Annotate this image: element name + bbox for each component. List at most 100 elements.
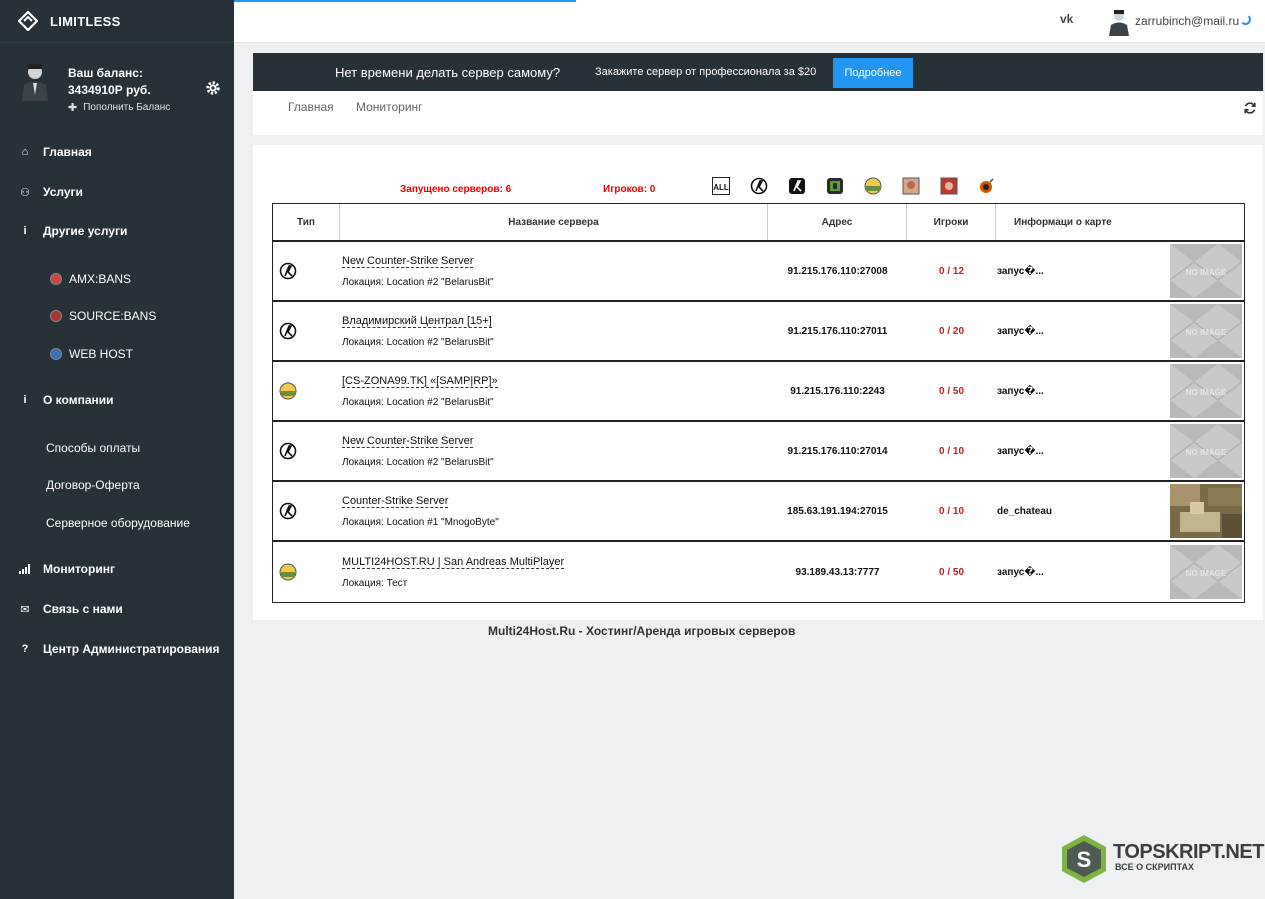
map-info-cell: запус�... NO IMAGE	[996, 242, 1244, 300]
table-row[interactable]: MULTI24HOST.RU | San Andreas MultiPlayer…	[273, 542, 1244, 602]
filter-all-icon[interactable]: ALL	[712, 177, 730, 195]
svg-text:NO IMAGE: NO IMAGE	[1186, 448, 1227, 457]
server-players: 0 / 50	[938, 566, 965, 578]
filter-crmp-icon[interactable]	[902, 177, 920, 195]
nav-hardware[interactable]: Серверное оборудование	[46, 516, 190, 530]
nav-contact[interactable]: ✉ Связь с нами	[0, 589, 234, 629]
game-type-cell	[273, 422, 340, 480]
nav-admin-label: Центр Администратирования	[43, 642, 220, 656]
nav-about-label: О компании	[43, 393, 114, 407]
nav-payment[interactable]: Способы оплаты	[46, 441, 140, 455]
server-address: 93.189.43.13:7777	[795, 566, 880, 578]
server-name-link[interactable]: New Counter-Strike Server	[342, 255, 474, 268]
loading-progress-bar	[234, 0, 576, 2]
header-address[interactable]: Адрес	[768, 204, 907, 240]
server-name-cell: MULTI24HOST.RU | San Andreas MultiPlayer…	[340, 542, 768, 602]
no-image-thumbnail: NO IMAGE	[1170, 424, 1242, 478]
footer-text: Multi24Host.Ru - Хостинг/Аренда игровых …	[488, 624, 796, 638]
header-players[interactable]: Игроки	[907, 204, 996, 240]
map-info-cell: запус�... NO IMAGE	[996, 362, 1244, 420]
server-location: Локация: Location #2 "BelarusBit"	[342, 336, 494, 348]
server-name-link[interactable]: [CS-ZONA99.TK] «[SAMP|RP]»	[342, 375, 498, 388]
header-name[interactable]: Название сервера	[340, 204, 768, 240]
amx-icon	[50, 273, 62, 285]
map-thumbnail	[1170, 484, 1242, 538]
filter-bomb-icon[interactable]	[978, 177, 996, 195]
server-name-cell: New Counter-Strike Server Локация: Locat…	[340, 242, 768, 300]
map-info-cell: запус�... NO IMAGE	[996, 302, 1244, 360]
refresh-icon[interactable]	[1243, 101, 1257, 115]
nav-services[interactable]: ⚇ Услуги	[0, 172, 234, 212]
gear-icon[interactable]	[205, 80, 221, 96]
nav-offer[interactable]: Договор-Оферта	[46, 478, 140, 492]
nav-webhost[interactable]: WEB HOST	[50, 347, 133, 361]
server-name-cell: New Counter-Strike Server Локация: Locat…	[340, 422, 768, 480]
server-name-link[interactable]: Counter-Strike Server	[342, 495, 449, 508]
servers-count: Запущено серверов: 6	[400, 184, 512, 195]
map-info-cell: запус�... NO IMAGE	[996, 542, 1244, 602]
user-avatar[interactable]	[1108, 8, 1130, 36]
breadcrumb: Главная Мониторинг	[253, 91, 1263, 135]
nav-admin[interactable]: ? Центр Администратирования	[0, 629, 234, 669]
game-type-cell	[273, 242, 340, 300]
promo-details-button[interactable]: Подробнее	[833, 58, 913, 88]
watermark-logo: S TOPSKRIPT.NET ВСЕ О СКРИПТАХ	[1058, 833, 1264, 885]
server-name-link[interactable]: MULTI24HOST.RU | San Andreas MultiPlayer	[342, 556, 565, 569]
vk-icon[interactable]: vk	[1060, 12, 1073, 26]
svg-text:NO IMAGE: NO IMAGE	[1186, 569, 1227, 578]
samp-icon	[279, 382, 297, 400]
map-name: запус�...	[997, 566, 1044, 578]
balance-label: Ваш баланс:	[68, 66, 143, 80]
no-image-thumbnail: NO IMAGE	[1170, 304, 1242, 358]
cs16-icon	[279, 442, 297, 460]
server-address: 185.63.191.194:27015	[787, 505, 888, 517]
server-name-link[interactable]: Владимирский Централ [15+]	[342, 315, 492, 328]
game-type-cell	[273, 362, 340, 420]
breadcrumb-home[interactable]: Главная	[288, 100, 334, 114]
user-email[interactable]: zarrubinch@mail.ru	[1135, 14, 1239, 28]
table-row[interactable]: Counter-Strike Server Локация: Location …	[273, 482, 1244, 542]
game-type-cell	[273, 482, 340, 540]
table-row[interactable]: Владимирский Централ [15+] Локация: Loca…	[273, 302, 1244, 362]
filter-minecraft-icon[interactable]	[826, 177, 844, 195]
nav-monitoring[interactable]: Мониторинг	[0, 549, 234, 589]
loading-spinner-icon	[1240, 14, 1251, 25]
nav-main[interactable]: ⌂ Главная	[0, 132, 234, 172]
server-location: Локация: Location #2 "BelarusBit"	[342, 456, 494, 468]
filter-cs16-icon[interactable]	[750, 177, 768, 195]
filter-css-icon[interactable]	[788, 177, 806, 195]
server-players: 0 / 10	[938, 505, 965, 517]
header-type[interactable]: Тип	[273, 204, 340, 240]
source-icon	[50, 310, 62, 322]
breadcrumb-monitoring[interactable]: Мониторинг	[356, 100, 423, 114]
nav-amx[interactable]: AMX:BANS	[50, 272, 131, 286]
gamepad-icon: ⚇	[20, 186, 30, 199]
info-icon: i	[23, 394, 27, 406]
nav-about[interactable]: i О компании	[0, 380, 234, 420]
topup-link[interactable]: ✚ Пополнить Баланс	[68, 101, 170, 114]
table-row[interactable]: New Counter-Strike Server Локация: Locat…	[273, 242, 1244, 302]
info-icon: i	[23, 225, 27, 237]
server-location: Локация: Location #1 "MnogoByte"	[342, 516, 499, 528]
table-row[interactable]: New Counter-Strike Server Локация: Locat…	[273, 422, 1244, 482]
server-name-link[interactable]: New Counter-Strike Server	[342, 435, 474, 448]
question-icon: ?	[21, 643, 29, 655]
servers-table: Тип Название сервера Адрес Игроки Информ…	[272, 203, 1245, 603]
header-map[interactable]: Информаци о карте	[996, 204, 1244, 240]
nav-other-services[interactable]: i Другие услуги	[0, 211, 234, 251]
server-address: 91.215.176.110:2243	[790, 385, 885, 397]
server-location: Локация: Location #2 "BelarusBit"	[342, 396, 494, 408]
nav-source-label: SOURCE:BANS	[69, 309, 157, 323]
promo-text: Закажите сервер от профессионала за $20	[595, 66, 817, 78]
svg-text:NO IMAGE: NO IMAGE	[1186, 388, 1227, 397]
filter-samp-icon[interactable]	[864, 177, 882, 195]
brand[interactable]: LIMITLESS	[0, 0, 234, 43]
nav-source[interactable]: SOURCE:BANS	[50, 309, 156, 323]
filter-mta-icon[interactable]	[940, 177, 958, 195]
brand-name: LIMITLESS	[50, 13, 121, 29]
avatar[interactable]	[20, 61, 50, 101]
no-image-thumbnail: NO IMAGE	[1170, 244, 1242, 298]
table-row[interactable]: [CS-ZONA99.TK] «[SAMP|RP]» Локация: Loca…	[273, 362, 1244, 422]
topup-label: Пополнить Баланс	[83, 102, 171, 113]
envelope-icon: ✉	[20, 603, 30, 616]
